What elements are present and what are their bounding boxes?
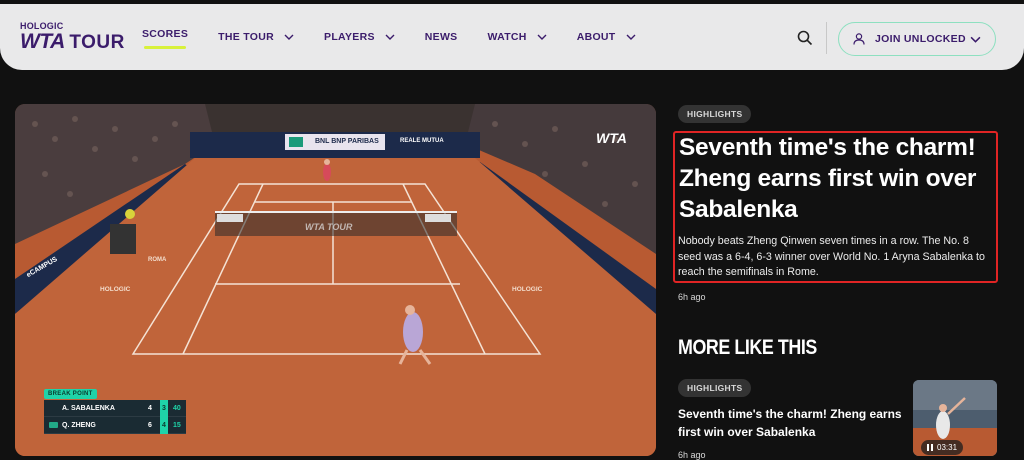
card-title[interactable]: Seventh time's the charm! Zheng earns fi… xyxy=(678,405,904,441)
nav-item-scores[interactable]: SCORES xyxy=(142,1,188,67)
nav-item-watch[interactable]: WATCH xyxy=(487,4,547,70)
join-unlocked-button[interactable]: JOIN UNLOCKED xyxy=(838,22,996,56)
video-duration: 03:31 xyxy=(937,443,958,452)
game-points: 40 xyxy=(173,404,181,412)
article-timestamp: 6h ago xyxy=(678,292,706,302)
nav-item-news[interactable]: NEWS xyxy=(425,4,458,70)
highlights-tag[interactable]: HIGHLIGHTS xyxy=(678,105,752,123)
logo-wta: WTA xyxy=(20,30,64,53)
chevron-down-icon xyxy=(970,36,981,43)
set-score: 3 xyxy=(160,399,168,417)
chevron-down-icon xyxy=(537,34,547,40)
banner-reale-mutua: REALE MUTUA xyxy=(400,138,444,144)
scorebug: BREAK POINT A. SABALENKA 4 3 40 Q. ZHENG… xyxy=(44,382,186,434)
article-summary: Nobody beats Zheng Qinwen seven times in… xyxy=(678,235,985,278)
nav-item-label: THE TOUR xyxy=(218,31,275,43)
set-score: 4 xyxy=(148,404,152,412)
court-wta-tour-logo: WTA TOUR xyxy=(305,222,353,232)
banner-bnl-paribas: BNL BNP PARIBAS xyxy=(315,138,379,145)
nav-menu: SCORES THE TOUR PLAYERS NEWS WATCH ABOUT xyxy=(142,4,666,70)
logo-wordmark: WTA TOUR xyxy=(20,31,125,54)
player-name: Q. ZHENG xyxy=(62,421,96,429)
court-text-hologic-left: HOLOGIC xyxy=(100,286,131,293)
article-headline[interactable]: Seventh time's the charm! Zheng earns fi… xyxy=(679,132,995,225)
court-text-roma: ROMA xyxy=(148,257,167,263)
court-text-hologic-right: HOLOGIC xyxy=(512,286,543,293)
scorebug-row: A. SABALENKA 4 3 40 xyxy=(44,399,186,417)
nav-divider xyxy=(826,22,827,54)
top-nav-bar: HOLOGIC WTA TOUR SCORES THE TOUR PLAYERS… xyxy=(0,4,1024,70)
serve-indicator-icon xyxy=(49,422,58,428)
game-points: 15 xyxy=(173,421,181,429)
nav-item-about[interactable]: ABOUT xyxy=(577,4,636,70)
nav-item-label: SCORES xyxy=(142,28,189,40)
search-icon[interactable] xyxy=(797,30,813,46)
chevron-down-icon xyxy=(385,34,395,40)
nav-item-label: ABOUT xyxy=(576,31,616,43)
logo-tour: TOUR xyxy=(69,32,125,53)
player-name: A. SABALENKA xyxy=(62,404,115,412)
chevron-down-icon xyxy=(626,34,636,40)
more-like-this-heading: MORE LIKE THIS xyxy=(678,336,817,359)
nav-item-the-tour[interactable]: THE TOUR xyxy=(218,4,294,70)
set-score: 6 xyxy=(148,421,152,429)
wta-tour-logo[interactable]: HOLOGIC WTA TOUR xyxy=(20,21,125,54)
pause-icon xyxy=(927,444,933,451)
nav-item-label: NEWS xyxy=(424,31,458,43)
video-duration-badge: 03:31 xyxy=(921,440,964,455)
scorebug-row: Q. ZHENG 6 4 15 xyxy=(44,416,186,434)
user-icon xyxy=(853,33,865,45)
nav-item-label: WATCH xyxy=(487,31,527,43)
card-highlights-tag[interactable]: HIGHLIGHTS xyxy=(678,379,752,397)
set-score: 4 xyxy=(160,416,168,434)
join-unlocked-label: JOIN UNLOCKED xyxy=(875,33,966,45)
card-timestamp: 6h ago xyxy=(678,450,706,460)
break-point-badge: BREAK POINT xyxy=(44,389,97,399)
nav-item-label: PLAYERS xyxy=(324,31,375,43)
chevron-down-icon xyxy=(284,34,294,40)
wta-watermark: WTA xyxy=(596,130,627,146)
nav-item-players[interactable]: PLAYERS xyxy=(324,4,395,70)
